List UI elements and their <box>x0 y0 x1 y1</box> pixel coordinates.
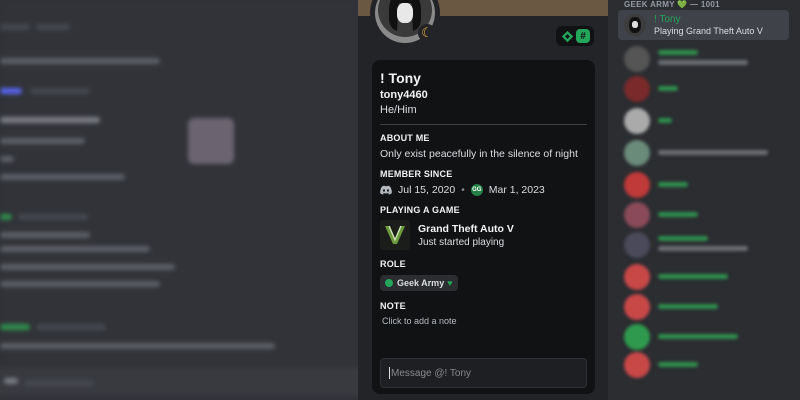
message-user-input[interactable]: Message @! Tony <box>380 358 587 388</box>
note-section: NOTE Click to add a note <box>380 301 587 326</box>
role-color-dot[interactable] <box>385 279 393 287</box>
avatar <box>624 14 646 36</box>
member-item-selected[interactable]: ! Tony Playing Grand Theft Auto V <box>618 10 789 40</box>
green-heart-icon: ♥ <box>447 278 453 288</box>
profile-display-name: ! Tony <box>380 70 421 86</box>
gta-v-game-icon[interactable] <box>380 220 410 250</box>
profile-username[interactable]: tony4460 <box>380 89 587 101</box>
member-name: ! Tony <box>654 14 681 25</box>
about-me-title: ABOUT ME <box>380 133 430 143</box>
server-icon: GG <box>470 184 483 196</box>
discord-member-date: Jul 15, 2020 <box>398 184 456 196</box>
profile-pronouns: He/Him <box>380 104 417 116</box>
about-me-section: ABOUT ME Only exist peacefully in the si… <box>380 133 587 160</box>
game-status: Just started playing <box>418 236 505 248</box>
role-group-header: GEEK ARMY 💚 — 1001 <box>624 0 720 9</box>
discord-logo-icon <box>380 185 392 195</box>
member-list: GEEK ARMY 💚 — 1001 ! Tony Playing Grand … <box>608 0 800 400</box>
idle-moon-icon: ☾ <box>418 24 436 42</box>
member-since-section: MEMBER SINCE Jul 15, 2020 • GG Mar 1, 20… <box>380 169 587 196</box>
role-name: Geek Army <box>397 278 445 288</box>
message-placeholder: Message @! Tony <box>391 367 472 379</box>
badge-list: # <box>556 26 594 46</box>
hypesquad-icon[interactable] <box>560 29 574 43</box>
member-since-title: MEMBER SINCE <box>380 169 453 179</box>
member-activity: Playing Grand Theft Auto V <box>654 26 763 36</box>
note-title: NOTE <box>380 301 406 311</box>
note-input[interactable]: Click to add a note <box>382 316 587 326</box>
profile-card: ! Tony tony4460 He/Him ABOUT ME Only exi… <box>372 60 595 394</box>
user-profile-popout: ☾ # ! Tony tony4460 He/Him ABOUT ME Only… <box>358 0 608 400</box>
role-section: ROLE Geek Army ♥ <box>380 259 587 292</box>
game-name: Grand Theft Auto V <box>418 222 514 235</box>
activity-section: PLAYING A GAME Grand Theft Auto V Just s… <box>380 205 587 250</box>
role-title: ROLE <box>380 259 406 269</box>
divider <box>380 124 587 125</box>
activity-title: PLAYING A GAME <box>380 205 460 215</box>
about-me-text: Only exist peacefully in the silence of … <box>380 148 578 160</box>
member-list-blurred <box>608 42 800 400</box>
server-member-date: Mar 1, 2023 <box>488 184 545 196</box>
role-pill[interactable]: Geek Army ♥ <box>380 275 458 291</box>
chat-area-blurred <box>0 0 370 400</box>
hash-badge-icon[interactable]: # <box>576 29 590 43</box>
